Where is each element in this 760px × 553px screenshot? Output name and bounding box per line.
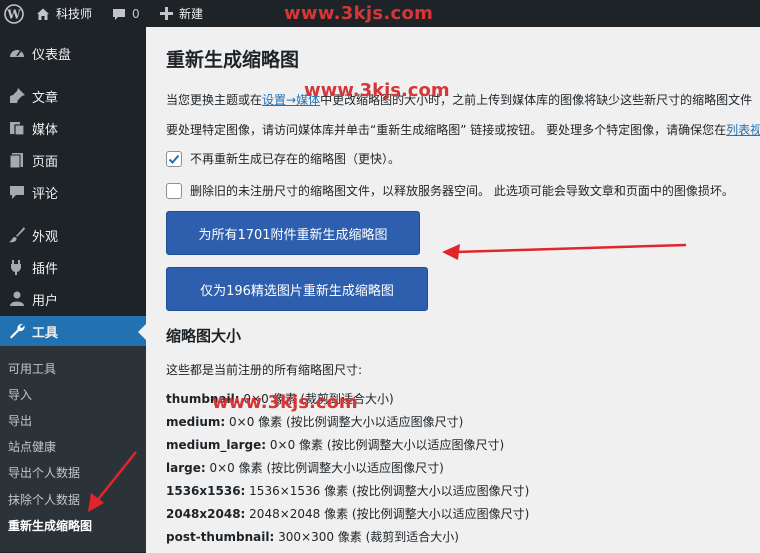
new-label: 新建 xyxy=(179,7,204,21)
sidebar-item-comments[interactable]: 评论 xyxy=(0,177,146,207)
regenerate-all-button[interactable]: 为所有1701附件重新生成缩略图 xyxy=(166,211,420,255)
sidebar-item-label: 工具 xyxy=(32,325,59,341)
user-icon xyxy=(6,288,28,310)
admin-sidebar: 仪表盘 文章 媒体 页面 评论 外观 插件 用户 工具 可用工具 导入 导出 站… xyxy=(0,27,146,553)
sidebar-item-pages[interactable]: 页面 xyxy=(0,145,146,175)
delete-old-option: 删除旧的未注册尺寸的缩略图文件，以释放服务器空间。 此选项可能会导致文章和页面中… xyxy=(166,182,734,199)
wordpress-logo-icon[interactable]: W xyxy=(4,0,24,27)
pin-icon xyxy=(6,85,28,107)
sidebar-item-label: 用户 xyxy=(32,293,59,309)
comment-bubble-icon xyxy=(113,8,125,20)
svg-text:W: W xyxy=(6,7,21,21)
size-name: 2048x2048: xyxy=(166,507,246,521)
sidebar-item-label: 评论 xyxy=(32,186,59,202)
sidebar-item-label: 外观 xyxy=(32,229,59,245)
submenu-item-site-health[interactable]: 站点健康 xyxy=(8,438,56,455)
size-desc: 300×300 像素 (裁剪到适合大小) xyxy=(278,530,459,544)
brush-icon xyxy=(6,224,28,246)
skip-existing-option: 不再重新生成已存在的缩略图（更快）。 xyxy=(166,150,400,167)
watermark-top: www.3kjs.com xyxy=(284,3,434,24)
watermark-middle: www.3kjs.com xyxy=(304,80,450,101)
list-view-link[interactable]: 列表视图 xyxy=(726,123,760,137)
delete-old-checkbox[interactable] xyxy=(166,182,182,199)
media-icon xyxy=(6,117,28,139)
submenu-item-regenerate-thumbnails[interactable]: 重新生成缩略图 xyxy=(8,517,92,534)
sidebar-item-tools[interactable]: 工具 xyxy=(0,316,146,346)
sidebar-item-label: 仪表盘 xyxy=(32,47,72,63)
sidebar-item-plugins[interactable]: 插件 xyxy=(0,252,146,282)
submenu-item-import[interactable]: 导入 xyxy=(8,386,32,403)
size-name: medium: xyxy=(166,415,226,429)
instructions-text: 要处理特定图像，请访问媒体库并单击“重新生成缩略图” 链接或按钮。 要处理多个特… xyxy=(166,123,727,137)
page-title: 重新生成缩略图 xyxy=(166,49,300,71)
size-name: large: xyxy=(166,461,206,475)
delete-old-label: 删除旧的未注册尺寸的缩略图文件，以释放服务器空间。 此选项可能会导致文章和页面中… xyxy=(190,184,734,198)
size-desc: 1536×1536 像素 (按比例调整大小以适应图像尺寸) xyxy=(249,484,530,498)
new-content-link[interactable]: 新建 xyxy=(160,0,203,27)
submenu-item-export-personal-data[interactable]: 导出个人数据 xyxy=(8,464,80,481)
size-item: 1536x1536: 1536×1536 像素 (按比例调整大小以适应图像尺寸) xyxy=(166,482,529,499)
size-item: 2048x2048: 2048×2048 像素 (按比例调整大小以适应图像尺寸) xyxy=(166,505,529,522)
site-name: 科技师 xyxy=(56,7,93,21)
comments-link[interactable]: 0 xyxy=(112,0,140,27)
size-item: large: 0×0 像素 (按比例调整大小以适应图像尺寸) xyxy=(166,459,444,476)
sidebar-item-label: 插件 xyxy=(32,261,59,277)
intro-paragraph: 当您更换主题或在设置→媒体中更改缩略图的大小时，之前上传到媒体库的图像将缺少这些… xyxy=(166,91,752,108)
size-name: medium_large: xyxy=(166,438,267,452)
submenu-item-erase-personal-data[interactable]: 抹除个人数据 xyxy=(8,491,80,508)
comment-icon xyxy=(6,181,28,203)
instructions-paragraph: 要处理特定图像，请访问媒体库并单击“重新生成缩略图” 链接或按钮。 要处理多个特… xyxy=(166,121,760,138)
sidebar-item-media[interactable]: 媒体 xyxy=(0,113,146,143)
sidebar-item-posts[interactable]: 文章 xyxy=(0,81,146,111)
sidebar-item-label: 文章 xyxy=(32,90,59,106)
site-home-link[interactable]: 科技师 xyxy=(36,0,92,27)
size-name: post-thumbnail: xyxy=(166,530,275,544)
sidebar-item-appearance[interactable]: 外观 xyxy=(0,220,146,250)
plus-icon xyxy=(160,7,173,20)
submenu-item-export[interactable]: 导出 xyxy=(8,412,32,429)
comments-count: 0 xyxy=(132,6,140,21)
main-content: 重新生成缩略图 当您更换主题或在设置→媒体中更改缩略图的大小时，之前上传到媒体库… xyxy=(146,27,760,553)
checkmark-icon xyxy=(168,154,180,164)
intro-text-a: 当您更换主题或在 xyxy=(166,93,263,107)
size-item: post-thumbnail: 300×300 像素 (裁剪到适合大小) xyxy=(166,528,459,545)
sidebar-item-label: 媒体 xyxy=(32,122,59,138)
dashboard-icon xyxy=(6,42,28,64)
tools-submenu: 可用工具 导入 导出 站点健康 导出个人数据 抹除个人数据 重新生成缩略图 xyxy=(0,346,146,552)
home-icon xyxy=(37,8,49,20)
thumbnail-sizes-description: 这些都是当前注册的所有缩略图尺寸: xyxy=(166,363,363,377)
page-icon xyxy=(6,149,28,171)
size-item: medium_large: 0×0 像素 (按比例调整大小以适应图像尺寸) xyxy=(166,436,504,453)
admin-bar: W 科技师 0 新建 www.3kjs.com xyxy=(0,0,760,27)
size-name: 1536x1536: xyxy=(166,484,246,498)
skip-existing-checkbox[interactable] xyxy=(166,150,182,167)
size-item: medium: 0×0 像素 (按比例调整大小以适应图像尺寸) xyxy=(166,413,463,430)
plugin-icon xyxy=(6,256,28,278)
size-desc: 2048×2048 像素 (按比例调整大小以适应图像尺寸) xyxy=(249,507,530,521)
sidebar-item-users[interactable]: 用户 xyxy=(0,284,146,314)
thumbnail-sizes-heading: 缩略图大小 xyxy=(166,327,242,345)
size-desc: 0×0 像素 (按比例调整大小以适应图像尺寸) xyxy=(209,461,444,475)
sidebar-item-label: 页面 xyxy=(32,154,59,170)
watermark-lower: www.3kjs.com xyxy=(212,392,358,413)
wrench-icon xyxy=(6,320,28,342)
skip-existing-label: 不再重新生成已存在的缩略图（更快）。 xyxy=(190,152,401,166)
size-desc: 0×0 像素 (按比例调整大小以适应图像尺寸) xyxy=(229,415,464,429)
sidebar-item-dashboard[interactable]: 仪表盘 xyxy=(0,38,146,68)
submenu-item-available-tools[interactable]: 可用工具 xyxy=(8,360,56,377)
regenerate-featured-button[interactable]: 仅为196精选图片重新生成缩略图 xyxy=(166,267,428,311)
size-desc: 0×0 像素 (按比例调整大小以适应图像尺寸) xyxy=(269,438,505,452)
